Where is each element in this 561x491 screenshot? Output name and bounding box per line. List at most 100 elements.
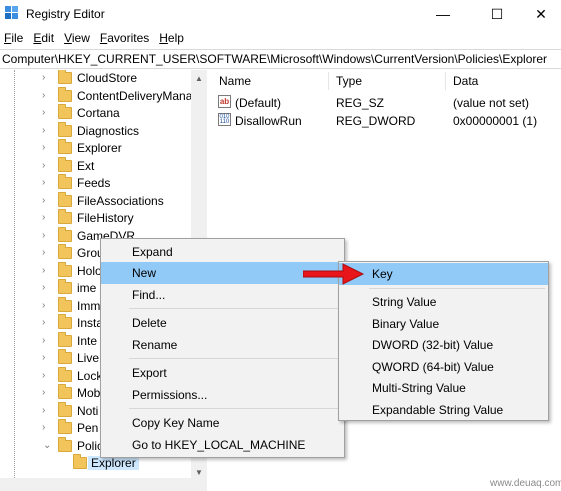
menu-file[interactable]: File bbox=[0, 29, 29, 47]
tree-item[interactable]: › CloudStore bbox=[0, 70, 206, 88]
list-row-disallowrun[interactable]: 010 110 DisallowRun REG_DWORD 0x00000001… bbox=[212, 112, 561, 130]
column-divider[interactable] bbox=[445, 72, 446, 90]
tree-item[interactable]: › FileHistory bbox=[0, 209, 206, 228]
chevron-right-icon[interactable]: › bbox=[42, 265, 45, 276]
tree-item[interactable]: › Ext bbox=[0, 156, 206, 176]
chevron-right-icon[interactable]: › bbox=[42, 282, 45, 293]
chevron-right-icon[interactable]: › bbox=[42, 90, 45, 101]
red-arrow-icon bbox=[303, 263, 365, 285]
menu-item-binary-value[interactable]: Binary Value bbox=[339, 313, 548, 335]
address-bar[interactable]: Computer\HKEY_CURRENT_USER\SOFTWARE\Micr… bbox=[0, 49, 561, 69]
chevron-right-icon[interactable]: › bbox=[42, 387, 45, 398]
menu-item-dword-value[interactable]: DWORD (32-bit) Value bbox=[339, 334, 548, 356]
chevron-right-icon[interactable]: › bbox=[42, 160, 45, 171]
menu-item-permissions[interactable]: Permissions... bbox=[101, 384, 344, 406]
tree-item[interactable]: › ContentDeliveryMana bbox=[0, 86, 206, 106]
folder-icon bbox=[58, 401, 72, 417]
chevron-right-icon[interactable]: › bbox=[42, 405, 45, 416]
registry-icon bbox=[5, 6, 18, 19]
folder-icon bbox=[58, 419, 72, 434]
chevron-right-icon[interactable]: › bbox=[42, 177, 45, 188]
chevron-right-icon[interactable]: › bbox=[42, 300, 45, 311]
watermark: www.deuaq.com bbox=[490, 478, 561, 489]
tree-item-label: Lock bbox=[77, 368, 103, 383]
menu-item-multi-string-value[interactable]: Multi-String Value bbox=[339, 377, 548, 399]
binary-value-icon: 010 110 bbox=[218, 113, 231, 126]
maximize-icon: ☐ bbox=[490, 5, 504, 22]
folder-icon bbox=[58, 244, 72, 259]
folder-icon bbox=[58, 261, 72, 277]
menu-item-string-value[interactable]: String Value bbox=[339, 291, 548, 313]
column-header-type[interactable]: Type bbox=[336, 74, 362, 88]
value-data: (value not set) bbox=[453, 96, 530, 110]
tree-item-label: Inte bbox=[77, 333, 98, 348]
chevron-right-icon[interactable]: › bbox=[42, 212, 45, 223]
list-row-default[interactable]: ab (Default) REG_SZ (value not set) bbox=[212, 94, 561, 112]
title-bar: Registry Editor — ☐ ✕ bbox=[0, 0, 561, 28]
new-submenu: Key String Value Binary Value DWORD (32-… bbox=[338, 261, 549, 421]
chevron-right-icon[interactable]: › bbox=[42, 72, 45, 83]
tree-item[interactable]: › Feeds bbox=[0, 174, 206, 193]
tree-item[interactable]: › Cortana bbox=[0, 104, 206, 123]
tree-item-label: Mob bbox=[77, 386, 101, 400]
scroll-up-icon[interactable]: ▲ bbox=[191, 70, 207, 86]
chevron-right-icon[interactable]: › bbox=[42, 230, 45, 241]
menu-item-export[interactable]: Export bbox=[101, 362, 344, 384]
column-header-data[interactable]: Data bbox=[453, 74, 478, 88]
maximize-button[interactable]: ☐ bbox=[474, 0, 520, 28]
chevron-right-icon[interactable]: › bbox=[42, 422, 45, 433]
chevron-right-icon[interactable]: › bbox=[42, 317, 45, 328]
menu-item-new-key[interactable]: Key bbox=[339, 263, 548, 285]
close-button[interactable]: ✕ bbox=[518, 0, 561, 28]
tree-item-label: Imm bbox=[77, 298, 101, 313]
chevron-right-icon[interactable]: › bbox=[42, 125, 45, 136]
menu-item-rename[interactable]: Rename bbox=[101, 334, 344, 356]
tree-item[interactable]: › Diagnostics bbox=[0, 121, 206, 141]
folder-icon bbox=[58, 121, 72, 137]
tree-item-label: Live bbox=[77, 351, 100, 365]
tree-horizontal-scrollbar[interactable] bbox=[0, 478, 207, 491]
column-divider[interactable] bbox=[328, 72, 329, 90]
tree-item-label: Feeds bbox=[77, 176, 111, 190]
menu-item-expandable-string-value[interactable]: Expandable String Value bbox=[339, 399, 548, 421]
chevron-right-icon[interactable]: › bbox=[42, 335, 45, 346]
menu-separator bbox=[129, 408, 341, 409]
close-icon: ✕ bbox=[535, 5, 547, 22]
chevron-right-icon[interactable]: › bbox=[42, 370, 45, 381]
menu-view[interactable]: View bbox=[60, 29, 96, 47]
chevron-right-icon[interactable]: › bbox=[42, 142, 45, 153]
chevron-right-icon[interactable]: › bbox=[42, 195, 45, 206]
value-type: REG_SZ bbox=[336, 96, 385, 110]
menu-item-find[interactable]: Find... bbox=[101, 284, 344, 306]
tree-item[interactable]: › FileAssociations bbox=[0, 191, 206, 211]
menu-edit[interactable]: Edit bbox=[29, 29, 60, 47]
value-data: 0x00000001 (1) bbox=[453, 114, 538, 128]
chevron-right-icon[interactable]: › bbox=[42, 352, 45, 363]
menu-item-copy-key-name[interactable]: Copy Key Name bbox=[101, 412, 344, 434]
folder-icon bbox=[58, 209, 72, 224]
menu-item-go-to-hklm[interactable]: Go to HKEY_LOCAL_MACHINE bbox=[101, 434, 344, 456]
folder-icon bbox=[58, 139, 72, 154]
tree-item-label: ContentDeliveryMana bbox=[77, 88, 193, 103]
menu-favorites[interactable]: Favorites bbox=[96, 29, 155, 47]
tree-item-label: FileAssociations bbox=[77, 193, 164, 208]
chevron-down-icon[interactable]: ⌄ bbox=[43, 440, 51, 451]
chevron-right-icon[interactable]: › bbox=[42, 247, 45, 258]
menu-item-expand[interactable]: Expand bbox=[101, 241, 344, 263]
minimize-button[interactable]: — bbox=[420, 0, 466, 28]
menu-help[interactable]: Help bbox=[155, 29, 190, 47]
menu-item-qword-value[interactable]: QWORD (64-bit) Value bbox=[339, 356, 548, 378]
tree-item-label: ime bbox=[77, 281, 97, 295]
minimize-icon: — bbox=[436, 6, 450, 22]
tree-item[interactable]: › Explorer bbox=[0, 139, 206, 158]
folder-icon bbox=[58, 104, 72, 119]
folder-icon bbox=[58, 191, 72, 207]
tree-item-label: Explorer bbox=[88, 456, 139, 470]
chevron-right-icon[interactable]: › bbox=[42, 107, 45, 118]
menu-item-delete[interactable]: Delete bbox=[101, 312, 344, 334]
folder-icon bbox=[58, 156, 72, 172]
value-name: (Default) bbox=[235, 96, 282, 110]
folder-icon bbox=[58, 384, 72, 399]
folder-icon bbox=[58, 174, 72, 189]
column-header-name[interactable]: Name bbox=[219, 74, 251, 88]
